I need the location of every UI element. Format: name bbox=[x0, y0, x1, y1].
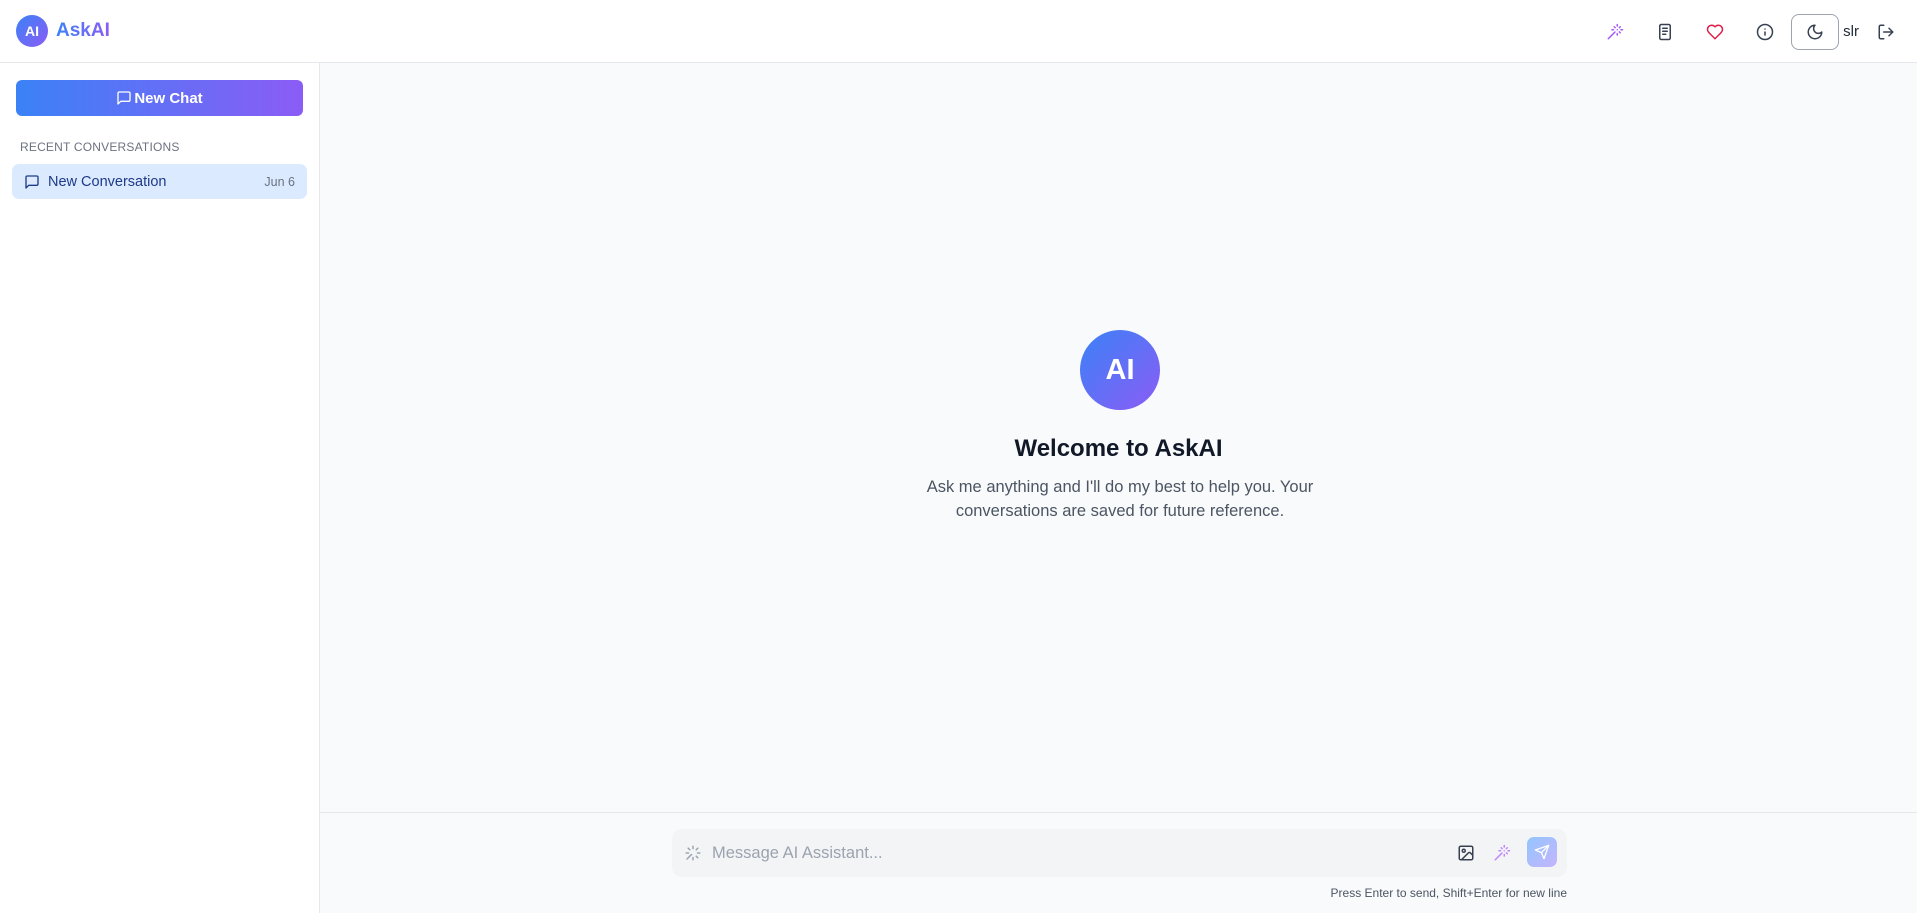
documents-button[interactable] bbox=[1641, 14, 1689, 50]
send-icon bbox=[1534, 844, 1550, 860]
message-input[interactable] bbox=[712, 829, 1432, 877]
welcome-panel: AI Welcome to AskAI Ask me anything and … bbox=[320, 63, 1917, 812]
magic-wand-icon bbox=[1494, 844, 1511, 861]
welcome-title: Welcome to AskAI bbox=[1014, 435, 1223, 462]
brand[interactable]: AI AskAI bbox=[16, 15, 110, 47]
sparkles-icon bbox=[685, 845, 701, 861]
app-header: AI AskAI slr bbox=[0, 0, 1917, 63]
header-actions: slr bbox=[1589, 0, 1901, 63]
logout-icon bbox=[1878, 24, 1894, 39]
image-icon bbox=[1458, 845, 1474, 861]
chat-bubble-icon bbox=[117, 91, 131, 105]
brand-name: AskAI bbox=[56, 20, 110, 41]
moon-icon bbox=[1807, 24, 1823, 39]
info-icon bbox=[1756, 23, 1774, 40]
composer-hint: Press Enter to send, Shift+Enter for new… bbox=[1330, 886, 1567, 900]
chat-main: AI Welcome to AskAI Ask me anything and … bbox=[320, 63, 1917, 812]
send-button[interactable] bbox=[1527, 837, 1557, 867]
favorites-button[interactable] bbox=[1691, 14, 1739, 50]
magic-wand-icon bbox=[1607, 23, 1624, 39]
ai-avatar: AI bbox=[1080, 330, 1160, 410]
new-chat-label: New Chat bbox=[134, 89, 203, 107]
new-chat-button[interactable]: New Chat bbox=[16, 80, 303, 116]
theme-toggle-button[interactable] bbox=[1791, 13, 1840, 50]
username: slr bbox=[1843, 23, 1859, 40]
enhance-prompt-button[interactable] bbox=[1490, 841, 1514, 865]
info-button[interactable] bbox=[1741, 14, 1789, 50]
composer-area: Press Enter to send, Shift+Enter for new… bbox=[320, 812, 1917, 913]
conversation-date: Jun 6 bbox=[264, 174, 295, 189]
brand-logo: AI bbox=[16, 15, 48, 47]
magic-wand-button[interactable] bbox=[1591, 14, 1639, 50]
message-composer bbox=[672, 829, 1567, 877]
sidebar: New Chat RECENT CONVERSATIONS New Conver… bbox=[0, 63, 320, 913]
document-icon bbox=[1659, 23, 1672, 40]
heart-icon bbox=[1706, 24, 1724, 39]
chat-bubble-icon bbox=[25, 174, 39, 189]
welcome-subtitle: Ask me anything and I'll do my best to h… bbox=[926, 478, 1314, 520]
attach-image-button[interactable] bbox=[1454, 841, 1478, 865]
recent-conversations-heading: RECENT CONVERSATIONS bbox=[20, 140, 180, 154]
conversation-title: New Conversation bbox=[48, 173, 167, 190]
logout-button[interactable] bbox=[1871, 14, 1901, 50]
conversation-item[interactable]: New Conversation Jun 6 bbox=[12, 164, 307, 199]
